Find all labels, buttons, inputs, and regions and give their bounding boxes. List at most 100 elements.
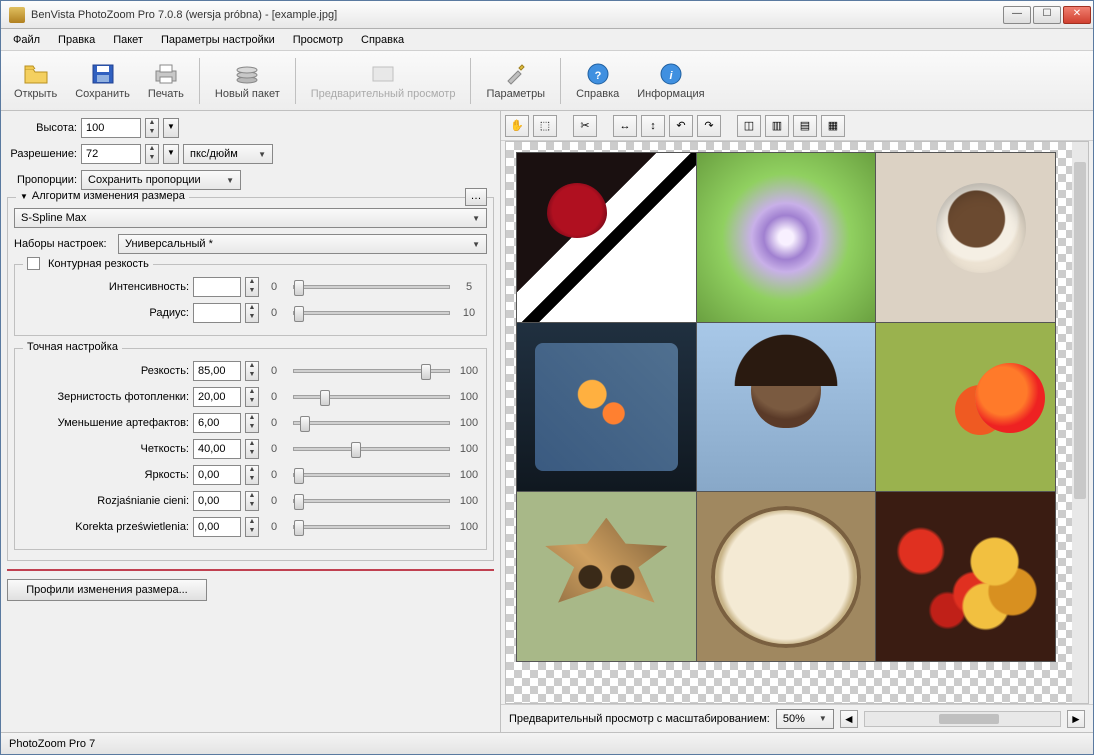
zoom-label: Предварительный просмотр с масштабирован…: [509, 713, 770, 725]
grain-input[interactable]: [193, 387, 241, 407]
info-button[interactable]: i Информация: [630, 59, 711, 103]
flip-h-button[interactable]: ↔: [613, 115, 637, 137]
save-icon: [89, 62, 117, 86]
proportions-select[interactable]: Сохранить пропорции▼: [81, 170, 241, 190]
intensity-spinner[interactable]: ▲▼: [245, 277, 259, 297]
flip-h-icon: ↔: [620, 120, 631, 132]
rotate-left-icon: ↶: [676, 119, 685, 132]
rotate-left-button[interactable]: ↶: [669, 115, 693, 137]
batch-icon: [233, 62, 261, 86]
brightness-input[interactable]: [193, 465, 241, 485]
close-button[interactable]: ✕: [1063, 6, 1091, 24]
artifact-spinner[interactable]: ▲▼: [245, 413, 259, 433]
view-split-v-button[interactable]: ▤: [793, 115, 817, 137]
clarity-slider[interactable]: [293, 447, 450, 451]
split-h-icon: ▥: [772, 119, 782, 132]
hand-tool-button[interactable]: ✋: [505, 115, 529, 137]
preview-cell: [876, 153, 1055, 322]
contour-checkbox[interactable]: [27, 257, 40, 270]
height-dropdown[interactable]: ▼: [163, 118, 179, 138]
clarity-input[interactable]: [193, 439, 241, 459]
shadows-spinner[interactable]: ▲▼: [245, 491, 259, 511]
finetune-subsection: Точная настройка Резкость: ▲▼ 0 100 Зерн…: [14, 348, 487, 550]
artifact-input[interactable]: [193, 413, 241, 433]
resolution-unit-select[interactable]: пкс/дюйм▼: [183, 144, 273, 164]
resolution-dropdown[interactable]: ▼: [163, 144, 179, 164]
intensity-slider[interactable]: [293, 285, 450, 289]
help-button[interactable]: ? Справка: [569, 59, 626, 103]
shadows-input[interactable]: [193, 491, 241, 511]
view-split-h-button[interactable]: ▥: [765, 115, 789, 137]
rotate-right-button[interactable]: ↷: [697, 115, 721, 137]
exposure-input[interactable]: [193, 517, 241, 537]
view-grid-button[interactable]: ▦: [821, 115, 845, 137]
sharpness-input[interactable]: [193, 361, 241, 381]
view-single-button[interactable]: ◫: [737, 115, 761, 137]
height-input[interactable]: [81, 118, 141, 138]
height-label: Высота:: [7, 122, 77, 134]
resize-profiles-button[interactable]: Профили изменения размера...: [7, 579, 207, 601]
new-batch-button[interactable]: Новый пакет: [208, 59, 287, 103]
preview-button[interactable]: Предварительный просмотр: [304, 59, 463, 103]
sharpness-slider[interactable]: [293, 369, 450, 373]
resolution-input[interactable]: [81, 144, 141, 164]
crop-tool-button[interactable]: ✂: [573, 115, 597, 137]
scroll-right-button[interactable]: ►: [1067, 710, 1085, 728]
sharpness-spinner[interactable]: ▲▼: [245, 361, 259, 381]
toolbar: Открыть Сохранить Печать Новый пакет Пре…: [1, 51, 1093, 111]
preview-toolbar: ✋ ⬚ ✂ ↔ ↕ ↶ ↷ ◫ ▥ ▤ ▦: [501, 111, 1093, 141]
shadows-slider[interactable]: [293, 499, 450, 503]
height-spinner[interactable]: ▲▼: [145, 118, 159, 138]
grid-view-icon: ▦: [828, 119, 838, 132]
brightness-slider[interactable]: [293, 473, 450, 477]
exposure-spinner[interactable]: ▲▼: [245, 517, 259, 537]
radius-input[interactable]: [193, 303, 241, 323]
flip-v-icon: ↕: [650, 120, 656, 132]
collapse-icon[interactable]: ▼: [20, 192, 28, 201]
main-body: Высота: ▲▼ ▼ Разрешение: ▲▼ ▼ пкс/дюйм▼ …: [1, 111, 1093, 732]
menu-edit[interactable]: Правка: [50, 32, 103, 48]
menu-help[interactable]: Справка: [353, 32, 412, 48]
flip-v-button[interactable]: ↕: [641, 115, 665, 137]
scroll-left-button[interactable]: ◄: [840, 710, 858, 728]
algorithm-options-button[interactable]: …: [465, 188, 487, 206]
status-text: PhotoZoom Pro 7: [9, 738, 95, 750]
intensity-label: Интенсивность:: [21, 281, 189, 293]
menu-batch[interactable]: Пакет: [105, 32, 151, 48]
contour-subsection: Контурная резкость Интенсивность: ▲▼ 0 5…: [14, 264, 487, 336]
toolbar-separator: [560, 58, 561, 104]
app-window: BenVista PhotoZoom Pro 7.0.8 (wersja pró…: [0, 0, 1094, 755]
menu-file[interactable]: Файл: [5, 32, 48, 48]
zoom-select[interactable]: 50%▼: [776, 709, 834, 729]
menu-settings[interactable]: Параметры настройки: [153, 32, 283, 48]
clarity-spinner[interactable]: ▲▼: [245, 439, 259, 459]
preview-area[interactable]: [505, 141, 1089, 704]
print-button[interactable]: Печать: [141, 59, 191, 103]
intensity-input[interactable]: [193, 277, 241, 297]
radius-spinner[interactable]: ▲▼: [245, 303, 259, 323]
marquee-tool-button[interactable]: ⬚: [533, 115, 557, 137]
minimize-button[interactable]: —: [1003, 6, 1031, 24]
grain-spinner[interactable]: ▲▼: [245, 387, 259, 407]
brightness-spinner[interactable]: ▲▼: [245, 465, 259, 485]
open-button[interactable]: Открыть: [7, 59, 64, 103]
algorithm-select[interactable]: S-Spline Max▼: [14, 208, 487, 228]
contour-label: Контурная резкость: [48, 258, 149, 270]
resolution-spinner[interactable]: ▲▼: [145, 144, 159, 164]
exposure-slider[interactable]: [293, 525, 450, 529]
grain-slider[interactable]: [293, 395, 450, 399]
maximize-button[interactable]: ☐: [1033, 6, 1061, 24]
artifact-slider[interactable]: [293, 421, 450, 425]
info-icon: i: [657, 62, 685, 86]
svg-text:?: ?: [594, 70, 601, 82]
horizontal-scrollbar[interactable]: [864, 711, 1061, 727]
brightness-label: Яркость:: [21, 469, 189, 481]
radius-slider[interactable]: [293, 311, 450, 315]
preview-footer: Предварительный просмотр с масштабирован…: [501, 704, 1093, 732]
vertical-scrollbar[interactable]: [1072, 142, 1088, 703]
menu-view[interactable]: Просмотр: [285, 32, 351, 48]
save-button[interactable]: Сохранить: [68, 59, 137, 103]
presets-select[interactable]: Универсальный *▼: [118, 234, 487, 254]
clarity-label: Четкость:: [21, 443, 189, 455]
params-button[interactable]: Параметры: [479, 59, 552, 103]
